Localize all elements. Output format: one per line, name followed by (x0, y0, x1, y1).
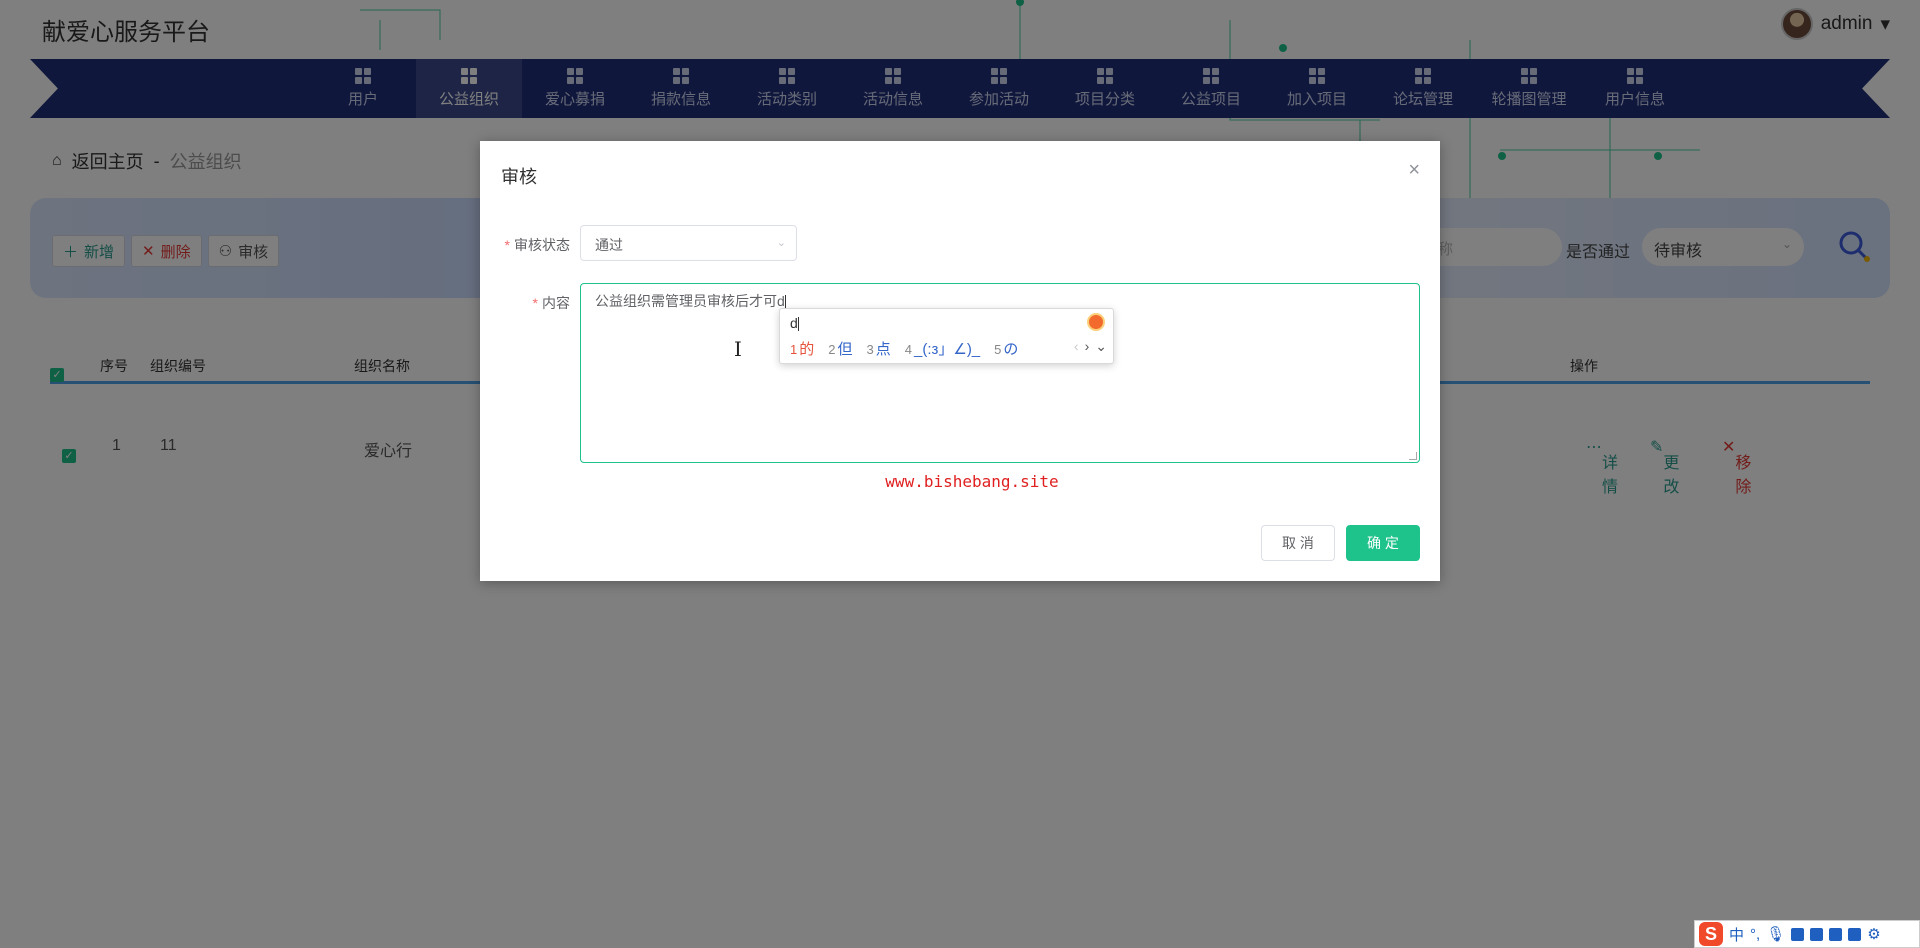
ime-logo-icon (1087, 313, 1105, 331)
ime-candidate-text: 点 (875, 341, 891, 358)
prev-page-icon[interactable]: ‹ (1074, 338, 1079, 355)
ime-candidate-number: 4 (904, 342, 912, 357)
ime-caret (797, 317, 799, 332)
ime-candidate-popup[interactable]: d 1 的 2 但 3 点 4 _(:з」∠)_ 5 の ‹ › ⌄ (779, 308, 1114, 364)
content-label: * 内容 (480, 293, 570, 313)
ime-candidate-number: 1 (790, 342, 798, 357)
ime-candidate-text: の (1003, 341, 1019, 358)
punctuation-icon[interactable]: °, (1750, 926, 1760, 943)
ime-candidate-number: 5 (994, 342, 1002, 357)
ime-candidate-number: 2 (828, 342, 836, 357)
required-mark: * (532, 295, 538, 311)
text-cursor-icon: I (734, 337, 742, 361)
ime-language-toggle[interactable]: 中 (1729, 924, 1744, 945)
watermark: www.bishebang.site (480, 472, 1440, 491)
expand-icon[interactable]: ⌄ (1095, 338, 1107, 355)
ime-candidate[interactable]: 3点 (867, 338, 891, 359)
ime-candidate[interactable]: 5の (994, 338, 1018, 359)
close-icon[interactable]: × (1408, 159, 1420, 182)
ime-candidate[interactable]: 4 _(:з」∠)_ (905, 338, 980, 359)
ime-candidate[interactable]: 2但 (828, 338, 852, 359)
audit-dialog: 审核 × * 审核状态 通过 ⌄ * 内容 公益组织需管理员审核后才可d I d 1… (480, 141, 1440, 581)
ime-composition-text: d (790, 315, 798, 331)
microphone-icon[interactable]: 🎙 (1766, 925, 1785, 943)
confirm-button[interactable]: 确 定 (1346, 525, 1420, 561)
next-page-icon[interactable]: › (1085, 338, 1090, 355)
ime-candidate-text: _(:з」∠)_ (913, 341, 981, 358)
content-label-text: 内容 (542, 295, 570, 311)
skin-icon[interactable] (1810, 927, 1824, 941)
settings-gear-icon[interactable]: ⚙ (1867, 925, 1880, 943)
watermark-text: www.bishebang.site (885, 472, 1059, 491)
sogou-logo-icon[interactable]: S (1699, 922, 1723, 946)
ime-candidate-text: 但 (837, 341, 853, 358)
ime-candidate[interactable]: 1的 (790, 338, 814, 359)
required-mark: * (504, 237, 510, 253)
keyboard-icon[interactable] (1791, 927, 1805, 941)
chevron-down-icon: ⌄ (776, 237, 786, 249)
ime-candidates: 1 的 2 但 3 点 4 _(:з」∠)_ 5 の (790, 338, 1018, 359)
content-text: 公益组织需管理员审核后才可d (595, 293, 785, 309)
grid-icon[interactable] (1848, 927, 1862, 941)
status-select[interactable]: 通过 ⌄ (580, 225, 797, 261)
ime-page-nav: ‹ › ⌄ (1074, 338, 1107, 355)
status-label: * 审核状态 (480, 235, 570, 255)
ime-candidate-number: 3 (866, 342, 874, 357)
resize-handle[interactable] (1409, 452, 1417, 460)
cancel-button[interactable]: 取 消 (1261, 525, 1335, 561)
dialog-title: 审核 (501, 167, 537, 187)
ime-toolbar: S 中 °, 🎙 ⚙ (1694, 920, 1920, 948)
ime-composition: d (790, 315, 799, 332)
status-label-text: 审核状态 (514, 237, 570, 253)
status-select-value: 通过 (595, 237, 623, 253)
ime-candidate-text: 的 (799, 341, 815, 358)
tools-icon[interactable] (1829, 927, 1843, 941)
